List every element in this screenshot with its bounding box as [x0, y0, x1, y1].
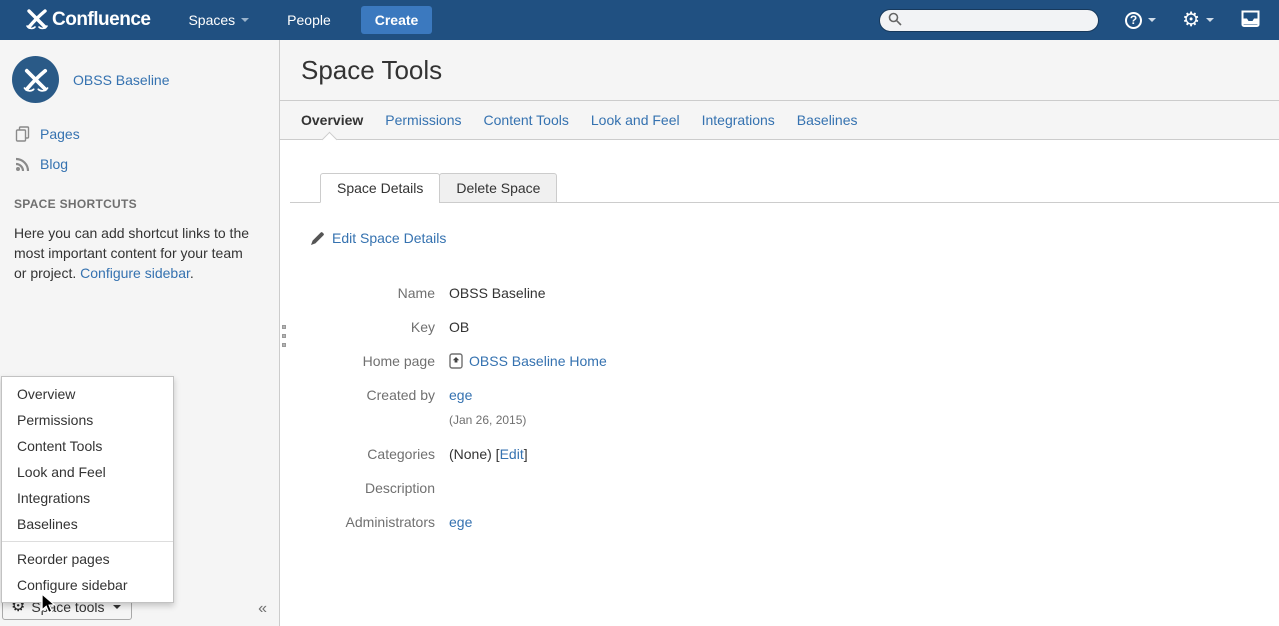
detail-row-homepage: Home page OBSS Baseline Home — [290, 344, 1279, 378]
tab-overview[interactable]: Overview — [301, 112, 363, 128]
detail-value: OB — [449, 319, 470, 335]
detail-value: OBSS Baseline — [449, 285, 546, 301]
subtab-delete-space[interactable]: Delete Space — [439, 173, 558, 203]
detail-label: Key — [410, 319, 435, 335]
configure-sidebar-link[interactable]: Configure sidebar — [80, 265, 190, 281]
chevron-down-icon — [112, 605, 121, 609]
sidebar-item-pages[interactable]: Pages — [0, 119, 279, 149]
spaces-label: Spaces — [188, 12, 236, 28]
gear-icon: ⚙ — [1182, 9, 1200, 31]
main-content: Space Tools Overview Permissions Content… — [280, 40, 1279, 626]
overview-content: Space Details Delete Space Edit Space De… — [280, 140, 1279, 539]
help-icon: ? — [1125, 11, 1143, 29]
top-navbar: Confluence Spaces People Create ? ⚙ — [0, 0, 1279, 40]
detail-label: Administrators — [345, 514, 435, 530]
space-sidebar: OBSS Baseline Pages Blog SPACE SHORTCUTS… — [0, 40, 280, 626]
detail-row-description: Description — [290, 471, 1279, 505]
chevron-down-icon — [1148, 18, 1157, 22]
bracket-open: [ — [491, 446, 500, 462]
page-header: Space Tools — [280, 40, 1279, 101]
detail-label: Description — [364, 480, 435, 496]
confluence-x-icon — [24, 7, 52, 34]
space-shortcuts-text: Here you can add shortcut links to the m… — [0, 215, 272, 291]
detail-label: Home page — [362, 353, 435, 369]
navbar-right: ? ⚙ — [879, 8, 1261, 32]
overview-subtabs: Space Details Delete Space — [290, 173, 1279, 203]
detail-row-name: Name OBSS Baseline — [290, 276, 1279, 310]
menu-item-configure-sidebar[interactable]: Configure sidebar — [2, 572, 173, 598]
sidebar-resize-handle[interactable] — [282, 325, 286, 352]
menu-item-baselines[interactable]: Baselines — [2, 511, 173, 537]
detail-row-created-by: Created by ege (Jan 26, 2015) — [290, 378, 1279, 437]
space-details-table: Name OBSS Baseline Key OB Home page OBSS… — [290, 276, 1279, 539]
spaces-menu[interactable]: Spaces — [188, 12, 250, 28]
menu-item-look-and-feel[interactable]: Look and Feel — [2, 459, 173, 485]
search-box[interactable] — [879, 8, 1100, 32]
tab-integrations[interactable]: Integrations — [702, 112, 775, 128]
collapse-sidebar-button[interactable]: « — [258, 600, 267, 618]
subtab-space-details[interactable]: Space Details — [320, 173, 441, 203]
detail-label: Name — [397, 285, 435, 301]
menu-item-permissions[interactable]: Permissions — [2, 407, 173, 433]
menu-item-overview[interactable]: Overview — [2, 381, 173, 407]
shortcuts-period: . — [189, 265, 194, 281]
chevron-down-icon — [1206, 18, 1214, 22]
categories-edit-link[interactable]: Edit — [500, 446, 524, 462]
pages-icon — [14, 126, 30, 142]
detail-row-categories: Categories (None) [Edit] — [290, 437, 1279, 471]
administrator-user-link[interactable]: ege — [449, 514, 472, 530]
space-tools-tabs: Overview Permissions Content Tools Look … — [280, 101, 1279, 148]
detail-row-key: Key OB — [290, 310, 1279, 344]
detail-label: Created by — [366, 387, 435, 403]
bracket-close: ] — [523, 446, 528, 462]
notifications-tray-icon — [1240, 10, 1261, 30]
page-title: Space Tools — [301, 55, 443, 85]
sidebar-item-blog[interactable]: Blog — [0, 149, 279, 179]
edit-space-details-label: Edit Space Details — [332, 230, 447, 246]
tab-baselines[interactable]: Baselines — [797, 112, 858, 128]
detail-label: Categories — [367, 446, 435, 462]
tab-content-tools[interactable]: Content Tools — [484, 112, 569, 128]
menu-separator — [2, 541, 173, 542]
people-label: People — [287, 12, 331, 28]
people-link[interactable]: People — [287, 12, 331, 28]
menu-item-content-tools[interactable]: Content Tools — [2, 433, 173, 459]
tab-look-and-feel[interactable]: Look and Feel — [591, 112, 680, 128]
confluence-logo[interactable]: Confluence — [24, 7, 151, 34]
create-button[interactable]: Create — [360, 6, 433, 34]
created-date: (Jan 26, 2015) — [449, 413, 527, 427]
edit-space-details-link[interactable]: Edit Space Details — [310, 230, 1279, 246]
menu-item-reorder-pages[interactable]: Reorder pages — [2, 546, 173, 572]
space-avatar[interactable] — [12, 56, 59, 103]
homepage-link[interactable]: OBSS Baseline Home — [469, 351, 607, 371]
notifications-button[interactable] — [1240, 10, 1261, 30]
pencil-icon — [311, 231, 324, 245]
help-menu[interactable]: ? — [1125, 11, 1157, 29]
menu-item-integrations[interactable]: Integrations — [2, 485, 173, 511]
settings-menu[interactable]: ⚙ — [1182, 10, 1214, 30]
search-input[interactable] — [907, 13, 1088, 27]
created-by-user-link[interactable]: ege — [449, 387, 472, 403]
space-tools-dropdown-menu: Overview Permissions Content Tools Look … — [1, 376, 174, 603]
chevron-down-icon — [241, 18, 250, 22]
space-name-link[interactable]: OBSS Baseline — [73, 72, 170, 88]
space-header: OBSS Baseline — [0, 40, 279, 119]
search-icon — [888, 12, 902, 29]
page-icon — [449, 353, 463, 369]
logo-text: Confluence — [52, 9, 151, 30]
blog-rss-icon — [14, 156, 30, 172]
detail-row-administrators: Administrators ege — [290, 505, 1279, 539]
tab-permissions[interactable]: Permissions — [385, 112, 461, 128]
sidebar-item-label: Blog — [40, 156, 69, 172]
sidebar-item-label: Pages — [40, 126, 80, 142]
categories-value: (None) — [449, 446, 492, 462]
space-shortcuts-heading: SPACE SHORTCUTS — [14, 197, 137, 211]
